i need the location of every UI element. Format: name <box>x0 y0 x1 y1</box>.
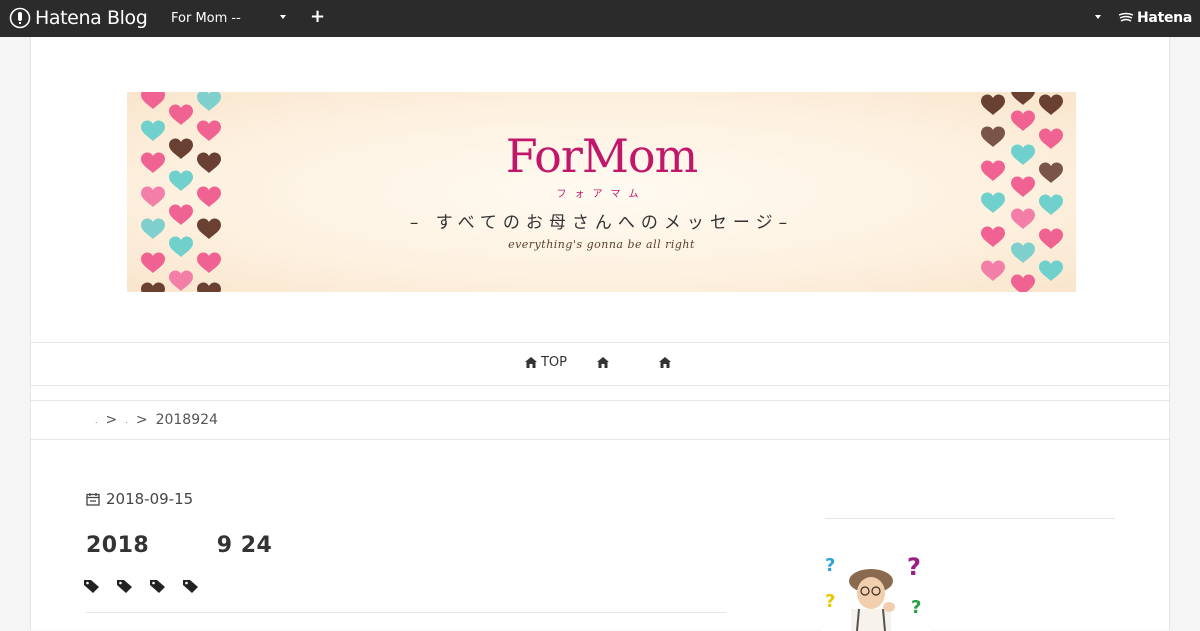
breadcrumb-separator: > <box>105 412 118 428</box>
tag-icon[interactable] <box>150 579 166 593</box>
hatena-logo[interactable]: Hatena <box>1118 10 1192 26</box>
entry-date-text: 2018-09-15 <box>106 490 194 508</box>
sidebar-divider <box>825 518 1115 519</box>
nav-item-label: TOP <box>540 355 567 370</box>
account-menu-chevron-icon[interactable] <box>1095 15 1101 19</box>
tag-icon[interactable] <box>117 579 133 593</box>
entry-title[interactable]: 2018 9 24 <box>86 527 272 559</box>
svg-text:?: ? <box>907 553 921 581</box>
nav-item-3[interactable] <box>659 355 675 370</box>
calendar-icon <box>86 493 100 506</box>
hatena-blog-logo[interactable]: Hatena Blog <box>9 6 148 30</box>
hatena-blog-logo-text: Hatena Blog <box>35 7 148 29</box>
blog-header-banner[interactable]: ForMom フォアマム – すべてのお母さんへのメッセージ– everythi… <box>127 92 1076 292</box>
breadcrumb-link-category[interactable]: . <box>125 416 128 425</box>
hatena-logo-text: Hatena <box>1137 10 1192 26</box>
chevron-down-icon[interactable] <box>280 15 286 19</box>
hatena-global-header: Hatena Blog For Mom -- + Hatena <box>0 0 1200 37</box>
blog-switcher[interactable]: For Mom -- <box>171 11 241 26</box>
breadcrumb-link-home[interactable]: . <box>95 416 98 425</box>
tag-icon[interactable] <box>84 579 100 593</box>
sidebar-profile-image[interactable]: ? ? ? ? <box>821 545 931 631</box>
nav-item-top[interactable]: TOP <box>524 355 567 370</box>
banner-message: – すべてのお母さんへのメッセージ– <box>409 213 794 233</box>
plus-icon[interactable]: + <box>310 8 325 26</box>
breadcrumb-bar: . > . > 2018924 <box>31 400 1169 440</box>
entry-date[interactable]: 2018-09-15 <box>86 490 193 508</box>
home-icon <box>524 357 537 368</box>
banner-title: ForMom <box>505 129 699 183</box>
entry-divider <box>86 612 726 613</box>
home-icon <box>597 357 609 368</box>
svg-text:?: ? <box>911 597 921 618</box>
hatena-wing-icon <box>1118 12 1134 22</box>
page-container: ForMom フォアマム – すべてのお母さんへのメッセージ– everythi… <box>30 37 1170 631</box>
breadcrumb-separator: > <box>135 412 148 428</box>
tag-icon[interactable] <box>183 579 199 593</box>
breadcrumb: . > . > 2018924 <box>95 412 218 428</box>
banner-kana: フォアマム <box>556 189 647 200</box>
nav-item-2[interactable] <box>597 355 613 370</box>
breadcrumb-current: 2018924 <box>155 412 218 428</box>
entry-tags <box>84 579 199 593</box>
home-icon <box>659 357 671 368</box>
hatena-blog-logo-icon <box>9 7 31 29</box>
svg-text:?: ? <box>825 591 835 612</box>
banner-subtitle: everything's gonna be all right <box>508 238 695 251</box>
global-nav: TOP <box>31 342 1169 386</box>
svg-text:?: ? <box>825 555 835 576</box>
